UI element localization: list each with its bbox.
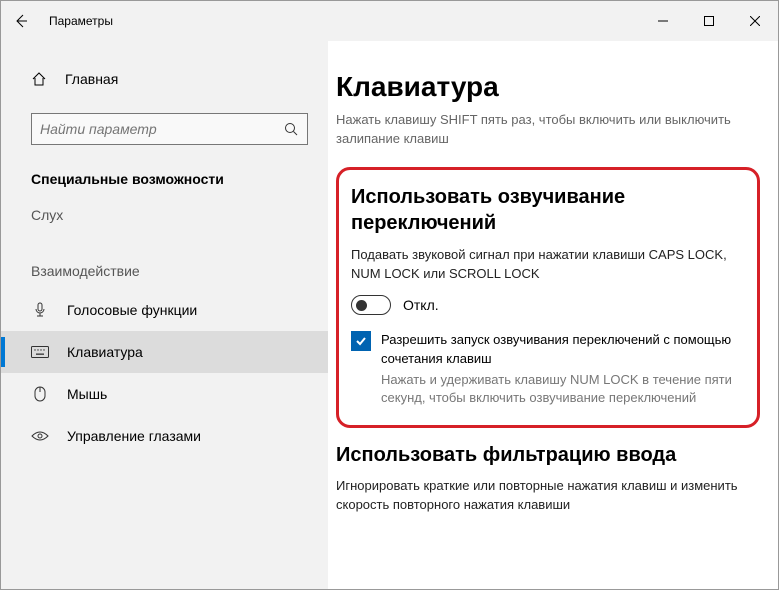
- sidebar-item-label: Голосовые функции: [67, 302, 197, 318]
- window-body: Главная Специальные возможности Слух Вза…: [1, 41, 778, 589]
- arrow-left-icon: [13, 13, 29, 29]
- togglekeys-switch[interactable]: [351, 295, 391, 315]
- section-title-togglekeys: Использовать озвучивание переключений: [351, 184, 745, 236]
- settings-window: Параметры Главная: [0, 0, 779, 590]
- main-content: Клавиатура Нажать клавишу SHIFT пять раз…: [328, 41, 778, 589]
- sidebar-item-keyboard[interactable]: Клавиатура: [1, 331, 328, 373]
- home-icon: [31, 71, 47, 87]
- page-title: Клавиатура: [336, 71, 760, 103]
- sidebar-category: Специальные возможности: [1, 161, 328, 197]
- checkbox-label: Разрешить запуск озвучивания переключени…: [381, 331, 745, 367]
- maximize-icon: [704, 16, 714, 26]
- sidebar: Главная Специальные возможности Слух Вза…: [1, 41, 328, 589]
- section-desc-togglekeys: Подавать звуковой сигнал при нажатии кла…: [351, 246, 745, 284]
- window-controls: [640, 1, 778, 41]
- minimize-icon: [658, 16, 668, 26]
- maximize-button[interactable]: [686, 1, 732, 41]
- close-icon: [750, 16, 760, 26]
- sidebar-item-eyecontrol[interactable]: Управление глазами: [1, 415, 328, 457]
- eye-icon: [31, 430, 49, 442]
- sidebar-item-label: Клавиатура: [67, 344, 143, 360]
- microphone-icon: [31, 302, 49, 318]
- page-subtext: Нажать клавишу SHIFT пять раз, чтобы вкл…: [336, 111, 760, 149]
- sidebar-group-interaction: Взаимодействие: [1, 253, 328, 289]
- check-icon: [354, 334, 368, 348]
- togglekeys-switch-label: Откл.: [403, 297, 439, 313]
- checkbox-hint: Нажать и удерживать клавишу NUM LOCK в т…: [381, 371, 745, 407]
- section-desc-filterkeys: Игнорировать краткие или повторные нажат…: [336, 477, 760, 515]
- titlebar: Параметры: [1, 1, 778, 41]
- close-button[interactable]: [732, 1, 778, 41]
- search-icon: [283, 121, 299, 137]
- window-title: Параметры: [49, 14, 113, 28]
- mouse-icon: [31, 386, 49, 402]
- sidebar-item-label: Мышь: [67, 386, 107, 402]
- highlighted-section: Использовать озвучивание переключений По…: [336, 167, 760, 428]
- keyboard-icon: [31, 346, 49, 358]
- toggle-knob: [356, 300, 367, 311]
- search-input[interactable]: [40, 121, 283, 137]
- sidebar-item-label: Управление глазами: [67, 428, 201, 444]
- sidebar-home-label: Главная: [65, 71, 118, 87]
- sidebar-item-mouse[interactable]: Мышь: [1, 373, 328, 415]
- sidebar-home[interactable]: Главная: [1, 61, 328, 97]
- minimize-button[interactable]: [640, 1, 686, 41]
- search-wrap: [31, 113, 308, 145]
- togglekeys-shortcut-checkbox[interactable]: [351, 331, 371, 351]
- search-box[interactable]: [31, 113, 308, 145]
- section-title-filterkeys: Использовать фильтрацию ввода: [336, 444, 760, 467]
- sidebar-item-speech[interactable]: Голосовые функции: [1, 289, 328, 331]
- back-button[interactable]: [1, 1, 41, 41]
- sidebar-group-hearing: Слух: [1, 197, 328, 233]
- checkbox-text: Разрешить запуск озвучивания переключени…: [381, 331, 745, 407]
- checkbox-row: Разрешить запуск озвучивания переключени…: [351, 331, 745, 407]
- toggle-row: Откл.: [351, 295, 745, 315]
